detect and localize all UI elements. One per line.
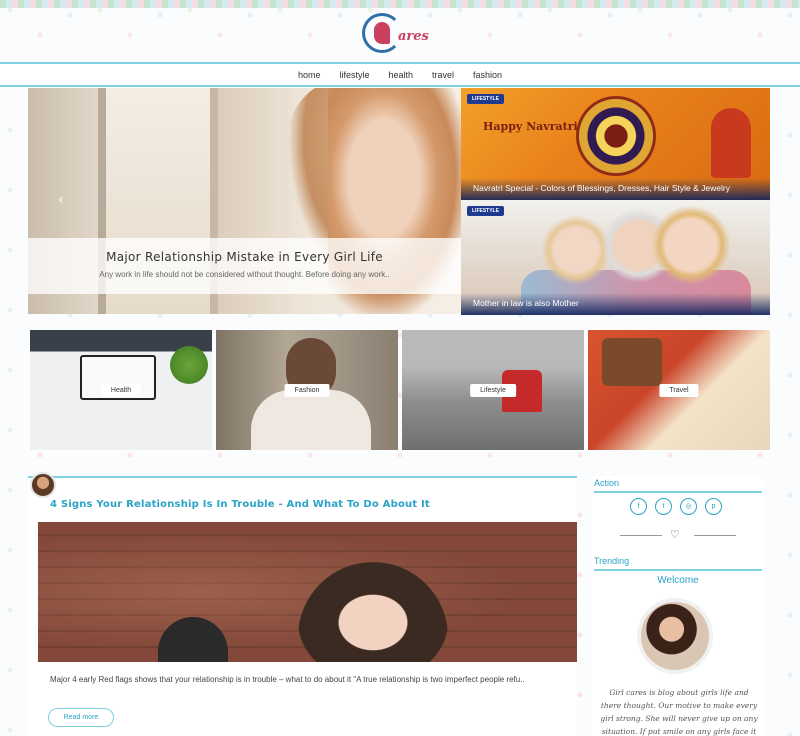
heart-divider: ♡ bbox=[620, 528, 736, 541]
category-tile-lifestyle[interactable]: Lifestyle bbox=[402, 330, 584, 450]
side-card-navratri[interactable]: Happy Navratri LIFESTYLE Navratri Specia… bbox=[461, 88, 770, 200]
category-tag[interactable]: LIFESTYLE bbox=[467, 206, 504, 216]
category-tile-health[interactable]: Health bbox=[30, 330, 212, 450]
read-more-button[interactable]: Read more bbox=[48, 708, 114, 727]
hearts-icon: ♡ bbox=[670, 528, 680, 541]
navratri-image-text: Happy Navratri bbox=[483, 120, 578, 133]
hero-caption: Major Relationship Mistake in Every Girl… bbox=[28, 238, 461, 294]
twitter-icon[interactable]: t bbox=[655, 498, 672, 515]
nav-travel[interactable]: travel bbox=[432, 70, 454, 80]
family-face-image bbox=[651, 205, 731, 285]
pinterest-icon[interactable]: p bbox=[705, 498, 722, 515]
side-card-mother-in-law[interactable]: LIFESTYLE Mother in law is also Mother bbox=[461, 200, 770, 315]
hero-slider[interactable]: ‹ Major Relationship Mistake in Every Gi… bbox=[28, 88, 461, 314]
sweater-image bbox=[251, 390, 371, 450]
side-card-title[interactable]: Mother in law is also Mother bbox=[473, 298, 579, 308]
action-heading: Action bbox=[594, 478, 762, 493]
category-tile-travel[interactable]: Travel bbox=[588, 330, 770, 450]
trending-heading: Trending bbox=[594, 556, 762, 571]
category-label[interactable]: Fashion bbox=[284, 384, 330, 397]
instagram-icon[interactable]: ◎ bbox=[680, 498, 697, 515]
hero-title[interactable]: Major Relationship Mistake in Every Girl… bbox=[28, 250, 461, 264]
bag-image bbox=[602, 338, 662, 386]
category-label[interactable]: Health bbox=[100, 384, 142, 397]
logo-text: ares bbox=[398, 29, 429, 44]
category-tile-fashion[interactable]: Fashion bbox=[216, 330, 398, 450]
nav-fashion[interactable]: fashion bbox=[473, 70, 502, 80]
author-avatar[interactable] bbox=[30, 472, 56, 498]
navratri-mandala-image bbox=[576, 96, 656, 176]
site-header: ares bbox=[0, 8, 800, 62]
site-logo[interactable]: ares bbox=[362, 13, 442, 59]
nav-health[interactable]: health bbox=[388, 70, 413, 80]
category-label[interactable]: Lifestyle bbox=[470, 384, 516, 397]
post-image[interactable] bbox=[38, 522, 577, 662]
category-label[interactable]: Travel bbox=[659, 384, 699, 397]
top-lace-border bbox=[0, 0, 800, 8]
plant-image bbox=[170, 346, 208, 384]
divider-line bbox=[694, 535, 736, 536]
featured-post: 4 Signs Your Relationship Is In Trouble … bbox=[28, 472, 577, 736]
social-links: f t ◎ p bbox=[630, 498, 722, 515]
facebook-icon[interactable]: f bbox=[630, 498, 647, 515]
logo-figure-icon bbox=[374, 22, 390, 44]
hero-excerpt: Any work in life should not be considere… bbox=[99, 270, 390, 279]
post-title[interactable]: 4 Signs Your Relationship Is In Trouble … bbox=[50, 499, 430, 510]
divider-line bbox=[620, 535, 662, 536]
sidebar: Action f t ◎ p ♡ Trending Welcome Girl c… bbox=[592, 476, 764, 736]
slider-prev-icon[interactable]: ‹ bbox=[58, 192, 64, 208]
navratri-figure-image bbox=[711, 108, 751, 178]
category-tag[interactable]: LIFESTYLE bbox=[467, 94, 504, 104]
about-text: Girl cares is blog about girls life and … bbox=[600, 688, 758, 736]
post-excerpt: Major 4 early Red flags shows that your … bbox=[50, 675, 525, 684]
main-nav: home lifestyle health travel fashion bbox=[0, 62, 800, 87]
welcome-heading: Welcome bbox=[657, 575, 699, 586]
nav-lifestyle[interactable]: lifestyle bbox=[339, 70, 369, 80]
nav-home[interactable]: home bbox=[298, 70, 321, 80]
side-card-title[interactable]: Navratri Special - Colors of Blessings, … bbox=[473, 183, 730, 193]
author-photo bbox=[637, 598, 713, 674]
